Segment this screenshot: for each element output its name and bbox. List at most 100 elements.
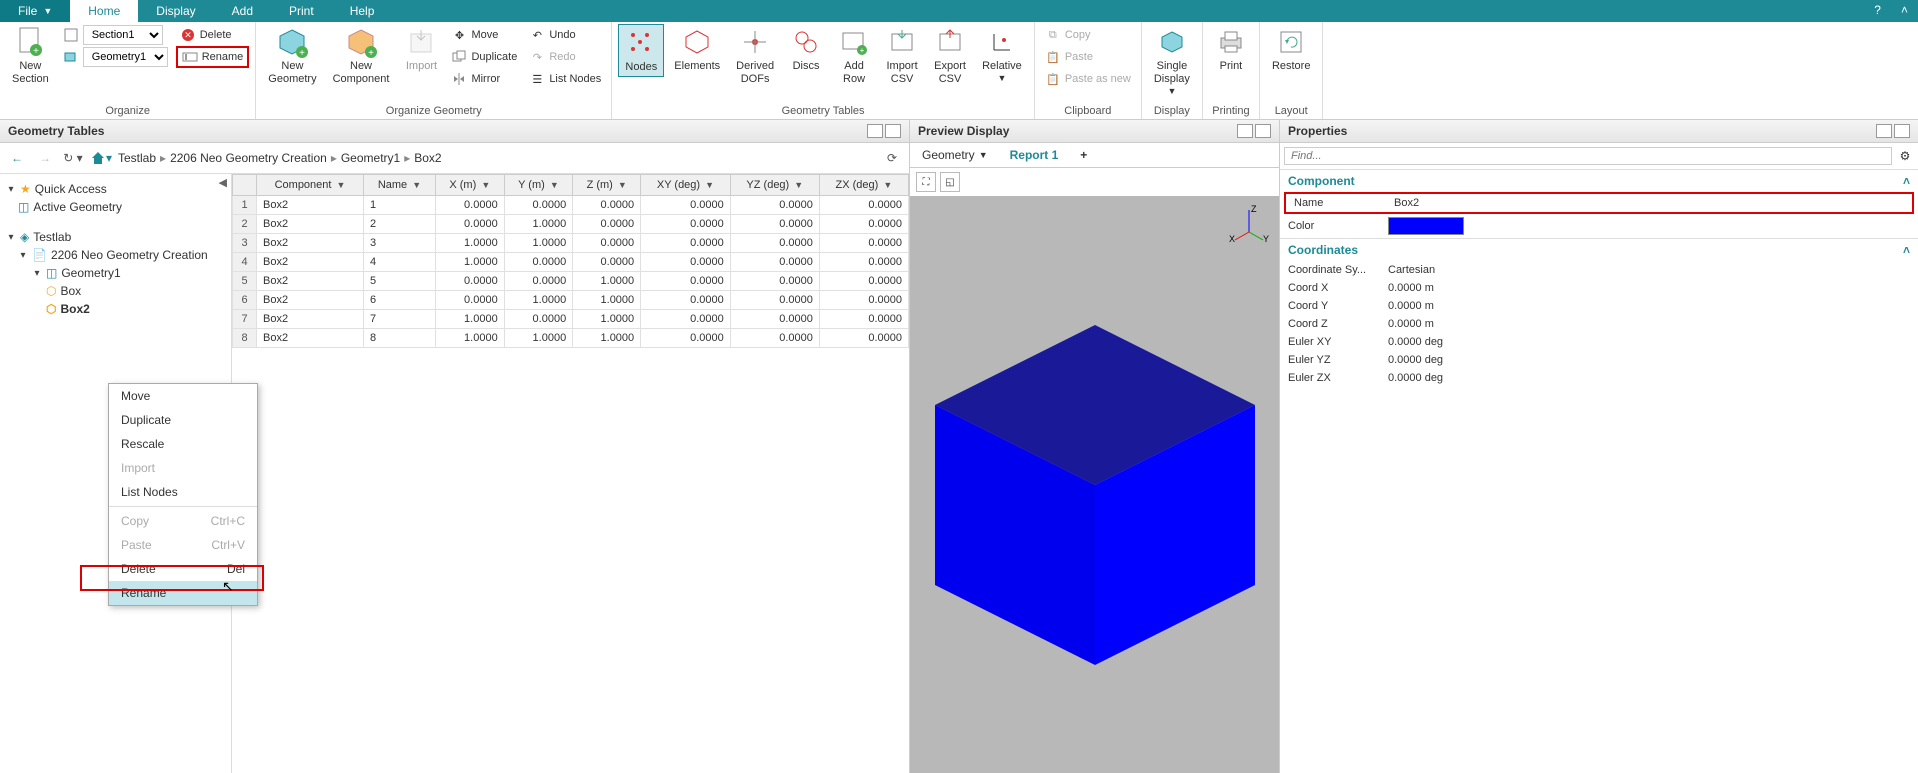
preview-zoom-button[interactable]: ◱ <box>940 172 960 192</box>
props-section-component[interactable]: Component˄ <box>1280 169 1918 192</box>
new-geometry-button[interactable]: + New Geometry <box>262 24 322 88</box>
geometry-selector[interactable]: Geometry1 <box>59 46 172 68</box>
table-header[interactable]: Component ▼ <box>257 175 364 196</box>
cm-import[interactable]: Import <box>109 456 257 480</box>
nav-forward-button[interactable]: → <box>34 147 56 169</box>
breadcrumb-item[interactable]: Testlab <box>118 151 156 165</box>
panel-layout-btn-1[interactable] <box>1237 124 1253 138</box>
breadcrumb-item[interactable]: Box2 <box>414 151 441 165</box>
cm-rename[interactable]: Rename <box>109 581 257 605</box>
cm-paste[interactable]: PasteCtrl+V <box>109 533 257 557</box>
new-section-button[interactable]: + New Section <box>6 24 55 88</box>
tree-box2[interactable]: ⬡Box2 <box>4 300 227 318</box>
menu-home[interactable]: Home <box>70 0 138 22</box>
props-row-coord-sys[interactable]: Coordinate Sy...Cartesian <box>1280 261 1918 279</box>
restore-button[interactable]: Restore <box>1266 24 1317 75</box>
move-button[interactable]: ✥Move <box>447 24 521 46</box>
props-row-name[interactable]: NameBox2 <box>1286 194 1912 212</box>
cm-rescale[interactable]: Rescale <box>109 432 257 456</box>
tree-geometry1[interactable]: ▾◫Geometry1 <box>4 264 227 282</box>
data-table[interactable]: Component ▼Name ▼X (m) ▼Y (m) ▼Z (m) ▼XY… <box>232 174 909 348</box>
props-row-euler-zx[interactable]: Euler ZX0.0000 deg <box>1280 369 1918 387</box>
preview-tab-geometry[interactable]: Geometry ▼ <box>916 145 994 165</box>
nav-home-button[interactable]: ▾ <box>90 147 112 169</box>
paste-as-new-button[interactable]: 📋Paste as new <box>1041 68 1135 90</box>
section-select[interactable]: Section1 <box>83 25 163 45</box>
table-row[interactable]: 2Box220.00001.00000.00000.00000.00000.00… <box>233 215 909 234</box>
table-header[interactable]: ZX (deg) ▼ <box>819 175 908 196</box>
table-header[interactable]: X (m) ▼ <box>435 175 504 196</box>
table-header[interactable]: Name ▼ <box>364 175 436 196</box>
props-row-coord-z[interactable]: Coord Z0.0000 m <box>1280 315 1918 333</box>
breadcrumb-item[interactable]: 2206 Neo Geometry Creation <box>170 151 327 165</box>
export-csv-button[interactable]: Export CSV <box>928 24 972 88</box>
tree-collapse-button[interactable]: ◀ <box>219 176 227 189</box>
nodes-button[interactable]: Nodes <box>618 24 664 77</box>
preview-tab-add[interactable]: + <box>1074 145 1093 165</box>
panel-layout-btn-1[interactable] <box>867 124 883 138</box>
nav-back-button[interactable]: ← <box>6 147 28 169</box>
menu-help[interactable]: Help <box>332 0 393 22</box>
table-row[interactable]: 5Box250.00000.00001.00000.00000.00000.00… <box>233 272 909 291</box>
table-row[interactable]: 7Box271.00000.00001.00000.00000.00000.00… <box>233 310 909 329</box>
new-component-button[interactable]: + New Component <box>327 24 396 88</box>
undo-button[interactable]: ↶Undo <box>525 24 605 46</box>
menu-print[interactable]: Print <box>271 0 332 22</box>
tree-quick-access[interactable]: ▾★Quick Access <box>4 180 227 198</box>
menu-file[interactable]: File ▼ <box>0 0 70 22</box>
breadcrumb-item[interactable]: Geometry1 <box>341 151 400 165</box>
panel-layout-btn-2[interactable] <box>1255 124 1271 138</box>
section-selector[interactable]: Section1 <box>59 24 172 46</box>
find-input[interactable] <box>1284 147 1892 165</box>
elements-button[interactable]: Elements <box>668 24 726 75</box>
single-display-button[interactable]: Single Display▼ <box>1148 24 1196 98</box>
cm-move[interactable]: Move <box>109 384 257 408</box>
discs-button[interactable]: Discs <box>784 24 828 75</box>
props-row-coord-x[interactable]: Coord X0.0000 m <box>1280 279 1918 297</box>
tree-active-geometry[interactable]: ◫Active Geometry <box>4 198 227 216</box>
props-section-coordinates[interactable]: Coordinates˄ <box>1280 238 1918 261</box>
props-row-euler-xy[interactable]: Euler XY0.0000 deg <box>1280 333 1918 351</box>
preview-canvas[interactable]: Z X Y <box>910 196 1279 773</box>
cm-list-nodes[interactable]: List Nodes <box>109 480 257 504</box>
breadcrumb[interactable]: Testlab▸ 2206 Neo Geometry Creation▸ Geo… <box>118 151 875 165</box>
table-row[interactable]: 8Box281.00001.00001.00000.00000.00000.00… <box>233 329 909 348</box>
preview-tab-report[interactable]: Report 1 <box>1004 145 1065 165</box>
cm-duplicate[interactable]: Duplicate <box>109 408 257 432</box>
menu-display[interactable]: Display <box>138 0 213 22</box>
panel-layout-btn-2[interactable] <box>885 124 901 138</box>
rename-button[interactable]: Rename <box>176 46 250 68</box>
add-row-button[interactable]: + Add Row <box>832 24 876 88</box>
paste-button[interactable]: 📋Paste <box>1041 46 1135 68</box>
nav-history-button[interactable]: ↻ ▾ <box>62 147 84 169</box>
print-button[interactable]: Print <box>1209 24 1253 75</box>
table-row[interactable]: 4Box241.00000.00000.00000.00000.00000.00… <box>233 253 909 272</box>
collapse-ribbon-icon[interactable]: ˄ <box>1891 0 1918 22</box>
panel-layout-btn-1[interactable] <box>1876 124 1892 138</box>
props-row-coord-y[interactable]: Coord Y0.0000 m <box>1280 297 1918 315</box>
table-header[interactable]: YZ (deg) ▼ <box>730 175 819 196</box>
derived-dofs-button[interactable]: Derived DOFs <box>730 24 780 88</box>
gear-icon[interactable]: ⚙ <box>1896 147 1914 165</box>
cm-delete[interactable]: DeleteDel <box>109 557 257 581</box>
tree-testlab[interactable]: ▾◈Testlab <box>4 228 227 246</box>
table-header[interactable]: Y (m) ▼ <box>504 175 573 196</box>
geometry-select[interactable]: Geometry1 <box>83 47 168 67</box>
relative-button[interactable]: Relative▼ <box>976 24 1028 85</box>
mirror-button[interactable]: Mirror <box>447 68 521 90</box>
table-row[interactable]: 3Box231.00001.00000.00000.00000.00000.00… <box>233 234 909 253</box>
props-row-color[interactable]: Color <box>1280 214 1918 238</box>
panel-layout-btn-2[interactable] <box>1894 124 1910 138</box>
redo-button[interactable]: ↷Redo <box>525 46 605 68</box>
list-nodes-button[interactable]: ☰List Nodes <box>525 68 605 90</box>
tree-box[interactable]: ⬡Box <box>4 282 227 300</box>
table-header[interactable]: XY (deg) ▼ <box>641 175 731 196</box>
table-row[interactable]: 6Box260.00001.00001.00000.00000.00000.00… <box>233 291 909 310</box>
help-icon[interactable]: ? <box>1864 0 1891 22</box>
preview-fit-button[interactable]: ⛶ <box>916 172 936 192</box>
color-swatch[interactable] <box>1388 217 1464 235</box>
import-button[interactable]: Import <box>399 24 443 75</box>
tree-project[interactable]: ▾📄2206 Neo Geometry Creation <box>4 246 227 264</box>
refresh-button[interactable]: ⟳ <box>881 147 903 169</box>
delete-button[interactable]: ✕ Delete <box>176 24 250 46</box>
